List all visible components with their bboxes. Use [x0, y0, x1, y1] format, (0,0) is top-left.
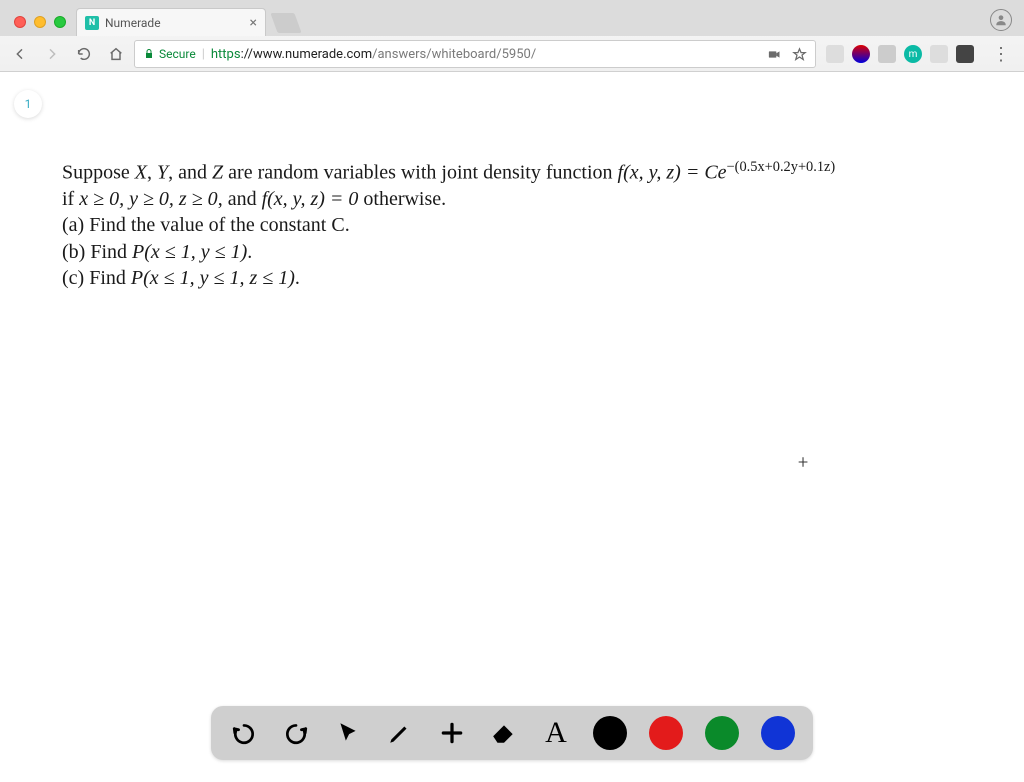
pointer-icon — [335, 720, 361, 746]
close-window-button[interactable] — [14, 16, 26, 28]
problem-text: Suppose X, Y, and Z are random variables… — [62, 158, 1020, 292]
tab-close-button[interactable]: × — [250, 15, 257, 31]
eraser-icon — [491, 720, 517, 746]
redo-button[interactable] — [281, 718, 311, 748]
color-blue-button[interactable] — [761, 716, 795, 750]
reload-icon — [76, 46, 92, 62]
extension-icon-1[interactable] — [826, 45, 844, 63]
pencil-icon — [387, 720, 413, 746]
secure-indicator: Secure — [143, 47, 196, 61]
undo-button[interactable] — [229, 718, 259, 748]
tab-strip: N Numerade × — [0, 0, 1024, 36]
minimize-window-button[interactable] — [34, 16, 46, 28]
browser-tab[interactable]: N Numerade × — [76, 8, 266, 36]
back-button[interactable] — [6, 40, 34, 68]
forward-button — [38, 40, 66, 68]
pencil-tool-button[interactable] — [385, 718, 415, 748]
eraser-tool-button[interactable] — [489, 718, 519, 748]
page-content: 1 Suppose X, Y, and Z are random variabl… — [0, 72, 1024, 782]
extension-icon-4[interactable]: m — [904, 45, 922, 63]
whiteboard-toolbar: A — [211, 706, 813, 760]
browser-menu-button[interactable]: ⋮ — [984, 44, 1018, 65]
redo-icon — [283, 720, 309, 746]
profile-button[interactable] — [990, 9, 1012, 31]
arrow-left-icon — [12, 46, 28, 62]
add-tool-button[interactable] — [437, 718, 467, 748]
tab-title: Numerade — [105, 16, 161, 30]
extension-icon-2[interactable] — [852, 45, 870, 63]
plus-icon — [439, 720, 465, 746]
user-icon — [994, 13, 1008, 27]
home-button[interactable] — [102, 40, 130, 68]
color-black-button[interactable] — [593, 716, 627, 750]
arrow-right-icon — [44, 46, 60, 62]
color-red-button[interactable] — [649, 716, 683, 750]
browser-toolbar: Secure | https://www.numerade.com/answer… — [0, 36, 1024, 72]
maximize-window-button[interactable] — [54, 16, 66, 28]
color-green-button[interactable] — [705, 716, 739, 750]
reload-button[interactable] — [70, 40, 98, 68]
url-text: https://www.numerade.com/answers/whitebo… — [211, 47, 536, 62]
home-icon — [108, 46, 124, 62]
browser-chrome: N Numerade × Secure | https:// — [0, 0, 1024, 72]
new-tab-button[interactable] — [270, 13, 301, 33]
lock-icon — [143, 48, 155, 60]
pointer-tool-button[interactable] — [333, 718, 363, 748]
address-bar[interactable]: Secure | https://www.numerade.com/answer… — [134, 40, 816, 68]
crosshair-cursor: + — [798, 452, 808, 473]
text-tool-button[interactable]: A — [541, 718, 571, 748]
star-icon[interactable] — [792, 47, 807, 62]
extension-icons: m — [820, 45, 980, 63]
undo-icon — [231, 720, 257, 746]
window-controls — [8, 16, 76, 36]
slide-number-badge[interactable]: 1 — [14, 90, 42, 118]
extension-icon-6[interactable] — [956, 45, 974, 63]
tab-favicon: N — [85, 16, 99, 30]
extension-icon-5[interactable] — [930, 45, 948, 63]
extension-icon-3[interactable] — [878, 45, 896, 63]
camera-icon[interactable] — [767, 47, 782, 62]
